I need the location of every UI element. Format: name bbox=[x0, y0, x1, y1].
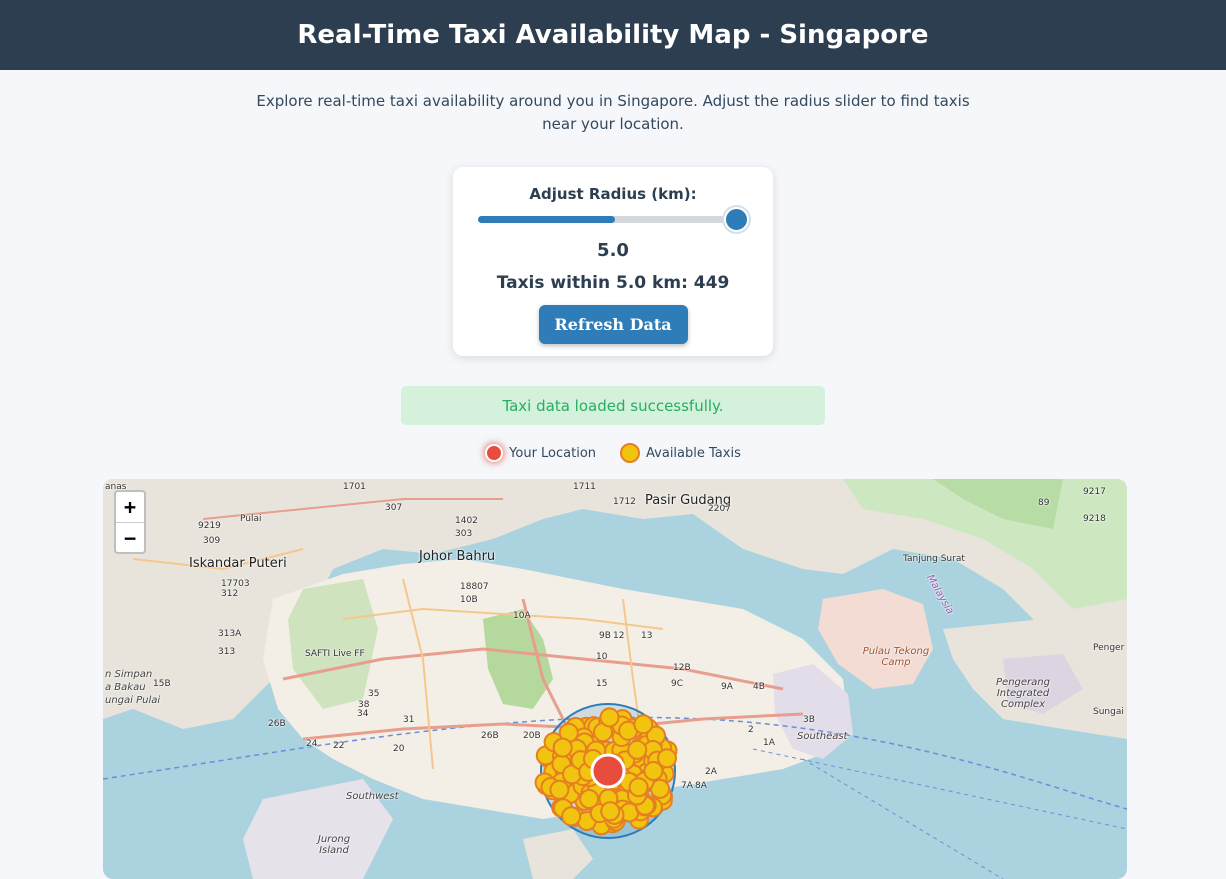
map-label-jurong-island: Jurong Island bbox=[317, 834, 351, 856]
refresh-data-button[interactable]: Refresh Data bbox=[538, 305, 688, 344]
road-number-label: 26B bbox=[481, 731, 499, 741]
map-label-bakau: a Bakau bbox=[105, 682, 146, 693]
road-number-label: 34 bbox=[357, 709, 369, 719]
map-label-iskandar-puteri: Iskandar Puteri bbox=[189, 556, 287, 571]
road-number-label: 8A bbox=[695, 781, 707, 791]
user-location-marker bbox=[590, 753, 626, 789]
taxi-marker[interactable] bbox=[579, 789, 600, 809]
road-number-label: 10 bbox=[596, 652, 608, 662]
road-number-label: 1402 bbox=[455, 516, 478, 526]
slider-track[interactable] bbox=[478, 216, 736, 223]
road-number-label: 1701 bbox=[343, 482, 366, 492]
map-tiles[interactable] bbox=[103, 479, 1127, 879]
road-number-label: 313 bbox=[218, 647, 236, 657]
road-number-label: 3B bbox=[803, 715, 815, 725]
road-number-label: 22 bbox=[333, 741, 345, 751]
road-number-label: 13 bbox=[641, 631, 653, 641]
status-message: Taxi data loaded successfully. bbox=[401, 386, 825, 425]
taxi-marker[interactable] bbox=[627, 739, 648, 760]
taxi-marker[interactable] bbox=[657, 748, 677, 769]
radius-label: Adjust Radius (km): bbox=[529, 185, 697, 203]
taxi-marker[interactable] bbox=[628, 777, 649, 798]
road-number-label: 2207 bbox=[708, 504, 731, 514]
radius-control-card: Adjust Radius (km): 5.0 Taxis within 5.0… bbox=[453, 167, 773, 356]
road-number-label: 2A bbox=[705, 767, 717, 777]
road-number-label: 17703 bbox=[221, 579, 250, 589]
taxi-map[interactable]: + − Johor Bahru Iskandar Puteri Pasir Gu… bbox=[103, 479, 1127, 879]
road-number-label: 26B bbox=[268, 719, 286, 729]
road-number-label: 12B bbox=[673, 663, 691, 673]
road-number-label: 9B bbox=[599, 631, 611, 641]
taxi-marker[interactable] bbox=[552, 737, 573, 758]
map-label-johor-bahru: Johor Bahru bbox=[419, 549, 496, 564]
road-number-label: 2 bbox=[748, 725, 754, 735]
map-label-pulau-tekong: Pulau Tekong Camp bbox=[862, 646, 930, 668]
slider-fill bbox=[478, 216, 615, 223]
road-number-label: 1712 bbox=[613, 497, 636, 507]
taxi-marker[interactable] bbox=[633, 714, 654, 735]
road-number-label: 9217 bbox=[1083, 487, 1106, 497]
map-label-pengerang-complex: Pengerang Integrated Complex bbox=[996, 677, 1050, 710]
map-legend: Your Location Available Taxis bbox=[0, 441, 1226, 465]
road-number-label: 303 bbox=[455, 529, 473, 539]
map-label-simpan: n Simpan bbox=[105, 669, 153, 680]
radius-value: 5.0 bbox=[597, 240, 629, 261]
road-number-label: 1711 bbox=[573, 482, 596, 492]
strait-route bbox=[802, 758, 1004, 879]
legend-location-label: Your Location bbox=[509, 445, 597, 461]
map-label-ungai-pulai: ungai Pulai bbox=[105, 695, 161, 706]
road-number-label: 10A bbox=[513, 611, 531, 621]
road-number-label: 35 bbox=[368, 689, 380, 699]
map-label-safti: SAFTI Live FF bbox=[305, 649, 365, 659]
zoom-control: + − bbox=[114, 490, 146, 554]
taxi-count: Taxis within 5.0 km: 449 bbox=[496, 273, 730, 293]
road-number-label: 307 bbox=[385, 503, 403, 513]
zoom-out-button[interactable]: − bbox=[116, 522, 144, 552]
road-number-label: 9C bbox=[671, 679, 684, 689]
road-number-label: 1A bbox=[763, 738, 775, 748]
legend-taxis: Available Taxis bbox=[620, 443, 741, 463]
zoom-in-button[interactable]: + bbox=[116, 492, 144, 522]
legend-location: Your Location bbox=[485, 444, 596, 462]
road-number-label: 20 bbox=[393, 744, 405, 754]
taxi-marker[interactable] bbox=[599, 707, 620, 728]
road-number-label: 15 bbox=[596, 679, 608, 689]
legend-taxis-label: Available Taxis bbox=[646, 445, 741, 461]
strait-route bbox=[752, 748, 1127, 830]
road-number-label: 20B bbox=[523, 731, 541, 741]
taxi-marker[interactable] bbox=[561, 806, 582, 827]
intro-text: Explore real-time taxi availability arou… bbox=[256, 92, 970, 133]
road-number-label: 4B bbox=[753, 682, 765, 692]
map-label-southwest: Southwest bbox=[346, 791, 399, 802]
road-number-label: 24 bbox=[306, 739, 318, 749]
road-number-label: 312 bbox=[221, 589, 239, 599]
page-title: Real-Time Taxi Availability Map - Singap… bbox=[297, 20, 929, 50]
road-number-label: 89 bbox=[1038, 498, 1050, 508]
road-number-label: 9218 bbox=[1083, 514, 1106, 524]
road-number-label: 9A bbox=[721, 682, 733, 692]
radius-slider[interactable] bbox=[478, 206, 749, 234]
location-marker-icon bbox=[485, 444, 504, 462]
map-label-pulai: Pulai bbox=[240, 514, 262, 524]
road-number-label: 313A bbox=[218, 629, 242, 639]
map-label-tanjung-surat: Tanjung Surat bbox=[903, 554, 965, 564]
map-label-ganas: anas bbox=[105, 482, 127, 492]
road-number-label: 12 bbox=[613, 631, 625, 641]
map-label-southeast: Southeast bbox=[797, 731, 848, 742]
map-label-pengerang: Penger bbox=[1093, 643, 1125, 653]
app-header: Real-Time Taxi Availability Map - Singap… bbox=[0, 0, 1226, 70]
road-number-label: 9219 bbox=[198, 521, 221, 531]
road-number-label: 309 bbox=[203, 536, 221, 546]
map-label-sungai: Sungai bbox=[1093, 707, 1124, 717]
road-number-label: 18807 bbox=[460, 582, 489, 592]
road-number-label: 15B bbox=[153, 679, 171, 689]
road-number-label: 31 bbox=[403, 715, 415, 725]
slider-thumb[interactable] bbox=[724, 207, 749, 232]
taxi-marker[interactable] bbox=[549, 779, 570, 800]
road-number-label: 10B bbox=[460, 595, 478, 605]
taxi-marker[interactable] bbox=[600, 801, 621, 822]
taxi-marker-icon bbox=[620, 443, 641, 463]
road-number-label: 7A bbox=[681, 781, 693, 791]
